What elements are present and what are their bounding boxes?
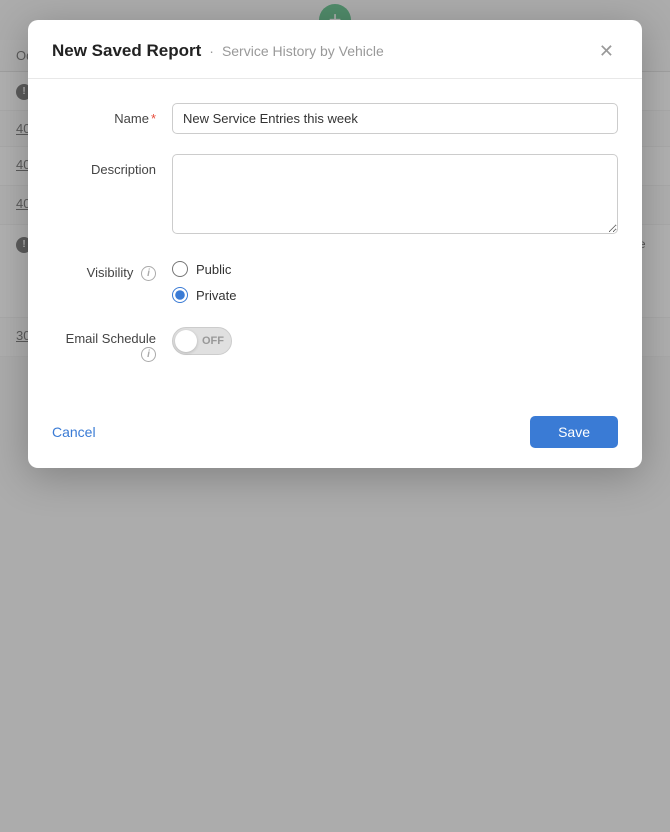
name-label: Name*: [52, 103, 172, 126]
save-button[interactable]: Save: [530, 416, 618, 448]
toggle-thumb: [175, 330, 197, 352]
email-schedule-label: Email Schedule i: [52, 323, 172, 362]
modal-title-main: New Saved Report: [52, 41, 201, 61]
modal-close-button[interactable]: ✕: [595, 38, 618, 64]
description-textarea[interactable]: [172, 154, 618, 234]
modal-title: New Saved Report · Service History by Ve…: [52, 41, 384, 61]
modal-title-sub: Service History by Vehicle: [222, 43, 384, 59]
visibility-radio-group: Public Private: [172, 257, 618, 303]
visibility-field-control: Public Private: [172, 257, 618, 303]
visibility-info-icon[interactable]: i: [141, 266, 156, 281]
email-schedule-info-icon[interactable]: i: [141, 347, 156, 362]
required-star: *: [151, 111, 156, 126]
name-input[interactable]: [172, 103, 618, 134]
modal-header: New Saved Report · Service History by Ve…: [28, 20, 642, 79]
modal-title-separator: ·: [209, 43, 214, 59]
description-label: Description: [52, 154, 172, 177]
visibility-private-option[interactable]: Private: [172, 287, 618, 303]
name-field-control: [172, 103, 618, 134]
cancel-button[interactable]: Cancel: [52, 418, 96, 446]
description-field-control: [172, 154, 618, 237]
visibility-public-option[interactable]: Public: [172, 261, 618, 277]
modal-footer: Cancel Save: [28, 402, 642, 468]
new-saved-report-modal: New Saved Report · Service History by Ve…: [28, 20, 642, 468]
email-schedule-field-row: Email Schedule i OFF: [52, 323, 618, 362]
toggle-track: OFF: [172, 327, 232, 355]
visibility-private-radio[interactable]: [172, 287, 188, 303]
visibility-label: Visibility i: [52, 257, 172, 281]
modal-body: Name* Description Visibility i: [28, 79, 642, 402]
email-schedule-control: OFF: [172, 323, 618, 355]
visibility-public-radio[interactable]: [172, 261, 188, 277]
visibility-private-label: Private: [196, 288, 236, 303]
description-field-row: Description: [52, 154, 618, 237]
name-field-row: Name*: [52, 103, 618, 134]
visibility-public-label: Public: [196, 262, 231, 277]
toggle-wrapper: OFF: [172, 323, 618, 355]
email-schedule-toggle[interactable]: OFF: [172, 327, 232, 355]
toggle-state-label: OFF: [202, 335, 224, 347]
visibility-field-row: Visibility i Public Private: [52, 257, 618, 303]
